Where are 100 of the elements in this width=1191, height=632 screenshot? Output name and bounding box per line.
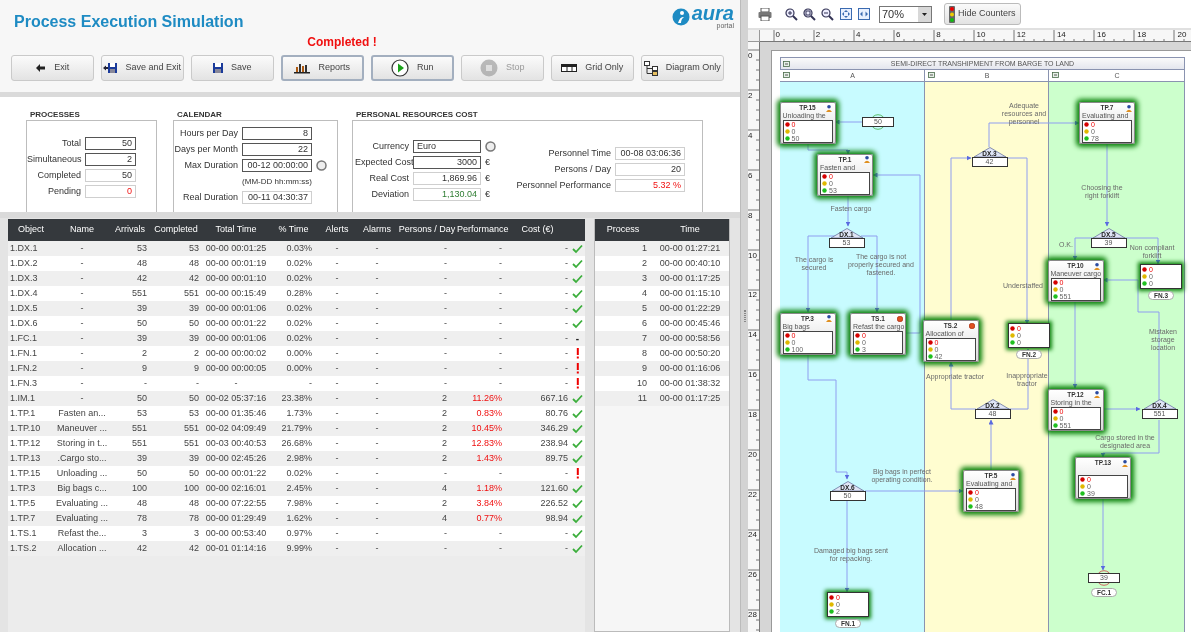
table-cell-text: 00-00 01:16:06 bbox=[658, 362, 722, 375]
table-cell-text: - bbox=[498, 242, 503, 255]
table-cell-text: - bbox=[334, 347, 340, 360]
table-cell-text: - bbox=[443, 242, 448, 255]
input-field[interactable]: 22 bbox=[242, 143, 312, 156]
table-cell-text: 0.00% bbox=[285, 347, 313, 360]
run-button[interactable]: Run bbox=[371, 55, 454, 81]
zoom-select[interactable]: 70% bbox=[879, 5, 932, 23]
diagram-only-button[interactable]: Diagram Only bbox=[641, 55, 724, 81]
table-cell-text: 2 bbox=[441, 452, 448, 465]
grid-only-button[interactable]: Grid Only bbox=[551, 55, 634, 81]
table-cell-text: 6 bbox=[641, 317, 648, 330]
input-field[interactable]: 0 bbox=[85, 185, 136, 198]
collapse-icon[interactable] bbox=[928, 72, 935, 78]
table-cell-text: - bbox=[443, 467, 448, 480]
table-cell-text: 9 bbox=[193, 362, 200, 375]
table-cell-text: 551 bbox=[130, 287, 148, 300]
input-field[interactable]: 50 bbox=[85, 169, 136, 182]
input-field[interactable]: 00-08 03:06:36 bbox=[615, 147, 685, 160]
table-cell-text: 0.02% bbox=[285, 302, 313, 315]
table-cell-text: - bbox=[374, 542, 380, 555]
table-cell-text: 00-00 01:17:25 bbox=[658, 272, 722, 285]
table-cell-text: 0.28% bbox=[285, 287, 313, 300]
input-field[interactable]: 8 bbox=[242, 127, 312, 140]
table-cell-text: 50 bbox=[188, 317, 200, 330]
input-field[interactable]: 3000 bbox=[413, 156, 481, 169]
table-cell-text: - bbox=[374, 467, 380, 480]
table-cell-text: - bbox=[334, 542, 340, 555]
ring-button[interactable] bbox=[485, 141, 496, 152]
input-field[interactable]: 1,869.96 bbox=[413, 172, 481, 185]
zoom-in-icon[interactable] bbox=[785, 7, 798, 21]
table-cell-text: 2.98% bbox=[285, 452, 313, 465]
table-cell-text: 42 bbox=[136, 272, 148, 285]
table-cell-text: 53 bbox=[136, 407, 148, 420]
table-cell-text: 10 bbox=[636, 377, 648, 390]
ruler-number: 20 bbox=[748, 450, 757, 459]
table-cell-text: 3.84% bbox=[475, 497, 503, 510]
table-cell-text: 4 bbox=[441, 512, 448, 525]
ring-button[interactable] bbox=[316, 160, 327, 171]
diagram-icon bbox=[643, 60, 658, 76]
zoom-box-icon[interactable] bbox=[803, 7, 816, 21]
table-cell-text: 2 bbox=[441, 497, 448, 510]
decision-shape bbox=[971, 147, 1008, 157]
save-button[interactable]: Save bbox=[191, 55, 274, 81]
table-cell-text: 1.IM.1 bbox=[9, 392, 36, 405]
table-cell-text: 0.02% bbox=[285, 332, 313, 345]
input-field[interactable]: 5.32 % bbox=[615, 179, 685, 192]
table-cell-text: 1.TP.3 bbox=[9, 482, 37, 495]
input-field[interactable]: Euro bbox=[413, 140, 481, 153]
zoom-value: 70% bbox=[881, 6, 906, 22]
table-cell-text: - bbox=[334, 332, 340, 345]
reports-button[interactable]: Reports bbox=[281, 55, 364, 81]
table-cell-text: 12.83% bbox=[470, 437, 503, 450]
exit-button[interactable]: Exit bbox=[11, 55, 94, 81]
hide-counters-button[interactable]: Hide Counters bbox=[944, 3, 1021, 25]
table-cell-text: 00-00 01:17:25 bbox=[658, 392, 722, 405]
table-cell-text: 39 bbox=[188, 332, 200, 345]
input-field[interactable]: 2 bbox=[85, 153, 136, 166]
input-field[interactable]: 00-12 00:00:00 bbox=[242, 159, 312, 172]
table-cell-text: 1.FN.2 bbox=[9, 362, 38, 375]
field-label: Real Cost bbox=[368, 172, 409, 185]
decision-shape bbox=[829, 481, 866, 491]
dropdown-icon[interactable] bbox=[918, 6, 931, 22]
connector-arrow bbox=[1072, 237, 1094, 261]
fit-page-icon[interactable] bbox=[840, 8, 852, 20]
table-cell-text: 00-00 02:16:01 bbox=[204, 482, 268, 495]
table-cell-text: 53 bbox=[136, 242, 148, 255]
table-cell-text: Unloading ... bbox=[55, 467, 109, 480]
table-cell-text: 2 bbox=[441, 437, 448, 450]
table-cell-text: Big bags c... bbox=[56, 482, 108, 495]
zoom-out-icon[interactable] bbox=[821, 7, 834, 21]
save-and-exit-button[interactable]: Save and Exit bbox=[101, 55, 184, 81]
table-cell-text: 39 bbox=[136, 302, 148, 315]
table-cell-text: - bbox=[498, 362, 503, 375]
printer-icon[interactable] bbox=[758, 7, 772, 21]
table-cell-text: - bbox=[443, 542, 448, 555]
collapse-icon[interactable] bbox=[783, 61, 790, 67]
table-cell-text: 00-00 02:45:26 bbox=[204, 452, 268, 465]
gear-icon bbox=[969, 322, 976, 329]
collapse-icon[interactable] bbox=[1052, 72, 1059, 78]
table-cell-text: - bbox=[374, 242, 380, 255]
table-cell-text: - bbox=[498, 317, 503, 330]
input-field[interactable]: 1,130.04 bbox=[413, 188, 481, 201]
connector-arrow bbox=[1102, 406, 1141, 412]
table-cell-text: 2 bbox=[441, 392, 448, 405]
fit-width-icon[interactable] bbox=[858, 8, 870, 20]
table-cell-text: 0.77% bbox=[475, 512, 503, 525]
input-field[interactable]: 20 bbox=[615, 163, 685, 176]
table-cell-text: - bbox=[498, 302, 503, 315]
field-label: Persons / Day bbox=[553, 163, 611, 176]
input-field[interactable]: 50 bbox=[85, 137, 136, 150]
table-cell-text: 39 bbox=[188, 302, 200, 315]
unit-label: € bbox=[485, 156, 490, 169]
collapse-icon[interactable] bbox=[783, 72, 790, 78]
table-cell-text: Refast the... bbox=[56, 527, 108, 540]
splitter-handle[interactable] bbox=[740, 0, 748, 632]
field-label: Personnel Time bbox=[547, 147, 611, 160]
table-cell-text: 39 bbox=[136, 452, 148, 465]
table-cell-text: - bbox=[79, 377, 85, 390]
input-field[interactable]: 00-11 04:30:37 bbox=[242, 191, 312, 204]
